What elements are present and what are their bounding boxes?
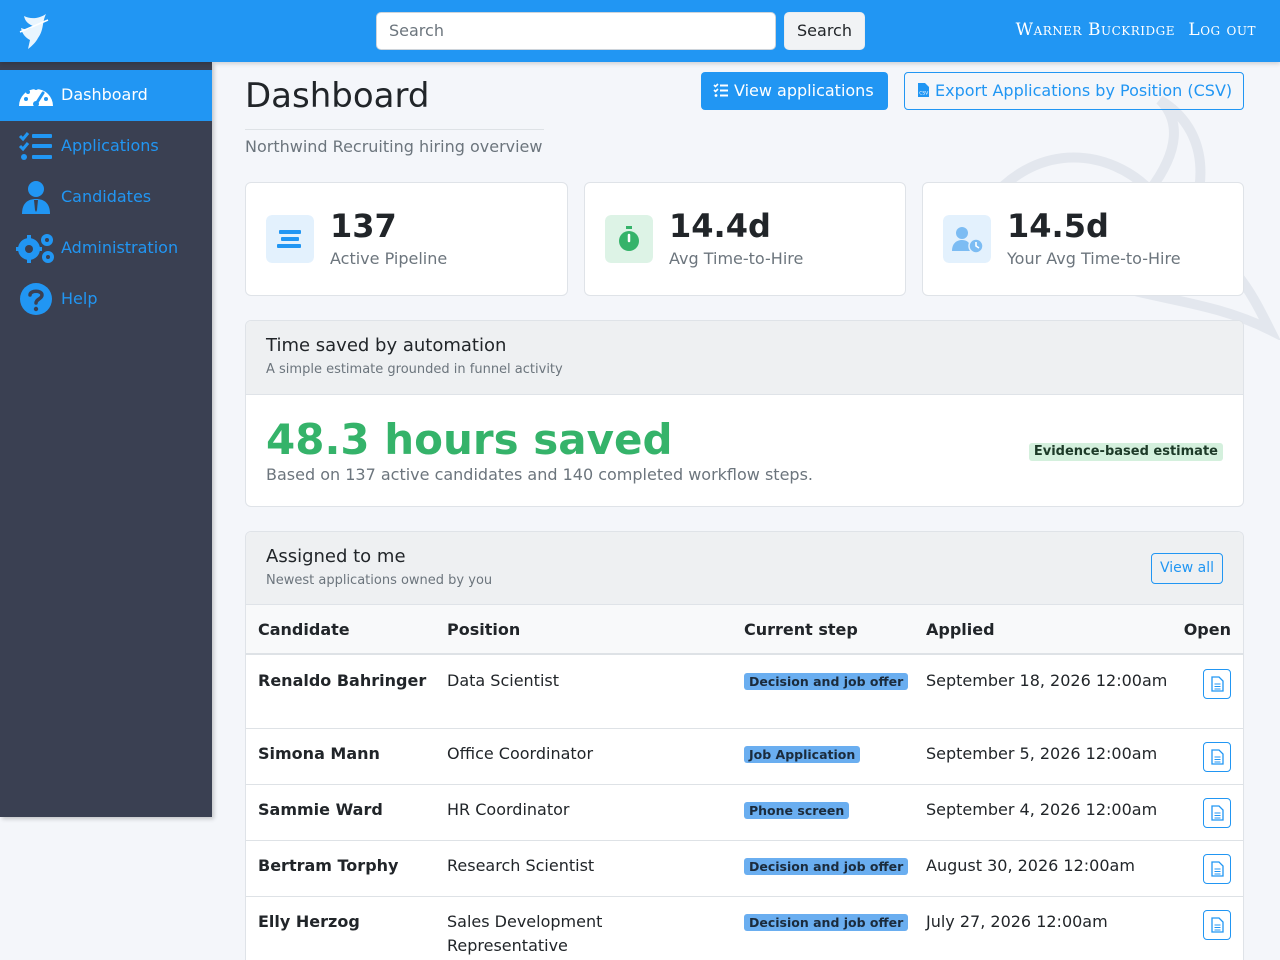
file-icon	[1211, 917, 1224, 933]
question-circle-icon	[20, 283, 52, 315]
column-header-candidate[interactable]: Candidate	[258, 620, 350, 639]
step-badge: Decision and job offer	[744, 858, 909, 875]
open-application-button[interactable]	[1203, 854, 1231, 884]
top-navbar: Search Search Warner Buckridge Log out	[0, 0, 1280, 62]
sidebar: Dashboard Applications Candidates Admini…	[0, 62, 212, 817]
applied-date: September 4, 2026 12:00am	[926, 800, 1158, 819]
panel-subtitle: A simple estimate grounded in funnel act…	[266, 362, 563, 377]
panel-header: Assigned to me Newest applications owned…	[246, 532, 1243, 605]
stat-value: 137	[330, 207, 397, 245]
panel-title: Time saved by automation	[266, 335, 507, 356]
stat-value: 14.5d	[1007, 207, 1109, 245]
user-name-link[interactable]: Warner Buckridge	[1016, 20, 1175, 40]
list-check-icon	[713, 83, 728, 97]
table-row: Elly Herzog Sales Development Representa…	[246, 897, 1243, 960]
position-name: HR Coordinator	[447, 800, 570, 819]
stat-value: 14.4d	[669, 207, 771, 245]
export-csv-button[interactable]: CSV Export Applications by Position (CSV…	[904, 72, 1244, 110]
assigned-panel: Assigned to me Newest applications owned…	[245, 531, 1244, 960]
sidebar-item-dashboard[interactable]: Dashboard	[0, 70, 212, 121]
automation-panel: Time saved by automation A simple estima…	[245, 320, 1244, 507]
step-badge: Phone screen	[744, 802, 850, 819]
position-name: Sales Development Representative	[447, 912, 603, 955]
position-name: Office Coordinator	[447, 744, 594, 763]
stat-card-your-avg-time-to-hire: 14.5d Your Avg Time-to-Hire	[922, 182, 1244, 296]
file-icon	[1211, 676, 1224, 692]
position-name: Research Scientist	[447, 856, 595, 875]
candidate-name: Renaldo Bahringer	[258, 671, 427, 690]
user-tie-icon	[22, 181, 50, 214]
column-header-applied[interactable]: Applied	[926, 620, 995, 639]
page-title: Dashboard	[245, 76, 430, 116]
view-applications-button[interactable]: View applications	[701, 72, 888, 110]
file-csv-icon: CSV	[918, 83, 929, 97]
table-row: Bertram Torphy Research Scientist Decisi…	[246, 841, 1243, 897]
logout-link[interactable]: Log out	[1188, 20, 1256, 40]
hours-saved-note: Based on 137 active candidates and 140 c…	[266, 465, 813, 484]
file-icon	[1211, 861, 1224, 877]
candidate-name: Bertram Torphy	[258, 856, 399, 875]
sidebar-item-label: Dashboard	[61, 85, 148, 104]
stopwatch-icon	[605, 215, 653, 263]
stat-card-active-pipeline: 137 Active Pipeline	[245, 182, 568, 296]
user-clock-icon	[943, 215, 991, 263]
step-badge: Decision and job offer	[744, 673, 909, 690]
position-name: Data Scientist	[447, 671, 559, 690]
open-application-button[interactable]	[1203, 910, 1231, 940]
stat-label: Your Avg Time-to-Hire	[1007, 249, 1181, 268]
table-header: Candidate Position Current step Applied …	[246, 605, 1243, 655]
list-check-icon	[18, 132, 52, 160]
open-application-button[interactable]	[1203, 798, 1231, 828]
table-row: Renaldo Bahringer Data Scientist Decisio…	[246, 656, 1243, 729]
sidebar-item-candidates[interactable]: Candidates	[0, 172, 212, 223]
sidebar-item-applications[interactable]: Applications	[0, 121, 212, 172]
sidebar-item-label: Candidates	[61, 187, 152, 206]
evidence-badge: Evidence-based estimate	[1028, 443, 1223, 461]
applied-date: August 30, 2026 12:00am	[926, 856, 1135, 875]
candidate-name: Sammie Ward	[258, 800, 383, 819]
stat-label: Active Pipeline	[330, 249, 448, 268]
page-subtitle: Northwind Recruiting hiring overview	[245, 137, 543, 156]
open-application-button[interactable]	[1203, 669, 1231, 699]
hours-saved-value: 48.3 hours saved	[266, 415, 673, 464]
search-input[interactable]: Search	[376, 12, 776, 50]
file-icon	[1211, 749, 1224, 765]
gauge-icon	[18, 86, 53, 107]
table-row: Simona Mann Office Coordinator Job Appli…	[246, 729, 1243, 785]
applied-date: September 5, 2026 12:00am	[926, 744, 1158, 763]
bars-icon	[266, 215, 314, 263]
candidate-name: Simona Mann	[258, 744, 380, 763]
view-applications-label: View applications	[734, 81, 874, 100]
view-all-button[interactable]: View all	[1151, 553, 1223, 584]
archer-logo-icon[interactable]	[18, 12, 50, 50]
candidate-name: Elly Herzog	[258, 912, 360, 931]
panel-title: Assigned to me	[266, 546, 406, 567]
stat-card-avg-time-to-hire: 14.4d Avg Time-to-Hire	[584, 182, 906, 296]
step-badge: Job Application	[744, 746, 861, 763]
panel-body: 48.3 hours saved Based on 137 active can…	[246, 395, 1243, 506]
svg-text:CSV: CSV	[919, 91, 929, 97]
column-header-open: Open	[1183, 620, 1231, 639]
column-header-position[interactable]: Position	[447, 620, 520, 639]
step-badge: Decision and job offer	[744, 914, 909, 931]
sidebar-item-label: Administration	[61, 238, 179, 257]
sidebar-item-administration[interactable]: Administration	[0, 223, 212, 274]
applied-date: July 27, 2026 12:00am	[926, 912, 1108, 931]
gears-icon	[16, 234, 54, 263]
sidebar-item-label: Applications	[61, 136, 159, 155]
search-button[interactable]: Search	[784, 12, 865, 50]
export-csv-label: Export Applications by Position (CSV)	[935, 81, 1233, 100]
panel-header: Time saved by automation A simple estima…	[246, 321, 1243, 395]
table-row: Sammie Ward HR Coordinator Phone screen …	[246, 785, 1243, 841]
open-application-button[interactable]	[1203, 742, 1231, 772]
panel-subtitle: Newest applications owned by you	[266, 573, 493, 588]
file-icon	[1211, 805, 1224, 821]
title-divider	[245, 129, 544, 130]
stat-label: Avg Time-to-Hire	[669, 249, 804, 268]
applied-date: September 18, 2026 12:00am	[926, 671, 1168, 690]
sidebar-item-label: Help	[61, 289, 98, 308]
column-header-current-step[interactable]: Current step	[744, 620, 858, 639]
sidebar-item-help[interactable]: Help	[0, 274, 212, 325]
